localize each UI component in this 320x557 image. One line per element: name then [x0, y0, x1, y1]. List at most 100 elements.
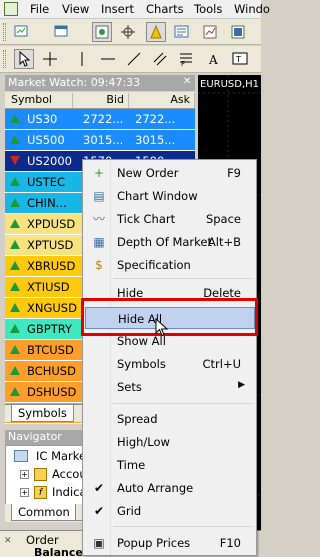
menu-item-label: Chart Window [117, 189, 198, 203]
menu-item-label: Depth Of Market [117, 235, 212, 249]
data-window-icon[interactable] [118, 22, 138, 42]
trendline-icon[interactable] [124, 49, 144, 69]
svg-text:F: F [181, 60, 185, 68]
menu-item-label: Spread [117, 412, 158, 426]
menu-window[interactable]: Windo [234, 2, 270, 16]
menu-view[interactable]: View [62, 2, 89, 16]
column-bid[interactable]: Bid [73, 93, 129, 108]
symbol-name: GBPTRY [27, 322, 73, 336]
highlight-callout [81, 298, 258, 336]
bid-price: 2722... [83, 112, 124, 126]
svg-text:A: A [208, 53, 218, 67]
menu-item-label: Sets [117, 380, 142, 394]
menu-charts[interactable]: Charts [146, 2, 184, 16]
check-icon: ✔ [93, 481, 105, 495]
menubar: File View Insert Charts Tools Windo [0, 0, 270, 19]
symbol-name: XTIUSD [27, 280, 70, 294]
arrow-up-icon [10, 240, 20, 249]
menu-item-specification[interactable]: $ Specification [85, 254, 255, 276]
text-label-icon[interactable]: T [230, 49, 250, 69]
cursor-tool-icon[interactable] [14, 49, 34, 69]
menu-item-chart-window[interactable]: ▤ Chart Window [85, 185, 255, 207]
menu-item-popup-prices[interactable]: ▣ Popup Prices F10 [85, 532, 255, 554]
terminal-icon[interactable] [172, 22, 192, 42]
expand-icon[interactable]: + [20, 488, 29, 497]
menu-file[interactable]: File [30, 2, 49, 16]
terminal-balance: Balance [34, 546, 83, 557]
column-symbol[interactable]: Symbol [5, 93, 73, 108]
symbol-name: US2000 [27, 154, 72, 168]
text-tool-icon[interactable]: A [204, 49, 224, 69]
depth-of-market-icon: ▦ [93, 235, 105, 249]
symbol-name: XPDUSD [27, 217, 76, 231]
menu-item-shortcut: Alt+B [207, 235, 241, 249]
arrow-up-icon [10, 135, 20, 144]
menu-separator [113, 278, 253, 279]
column-ask[interactable]: Ask [129, 93, 195, 108]
toolbar-grip [3, 50, 6, 68]
toolbar-more-icon[interactable] [228, 22, 248, 42]
navigator-icon[interactable] [146, 22, 166, 42]
menu-item-label: New Order [117, 166, 179, 180]
ask-price: 2722... [135, 112, 176, 126]
menu-item-label: Symbols [117, 357, 166, 371]
menu-item-label: High/Low [117, 435, 170, 449]
channel-icon[interactable] [150, 49, 170, 69]
menu-separator [113, 526, 253, 527]
menu-insert[interactable]: Insert [101, 2, 134, 16]
new-order-icon: + [93, 166, 105, 180]
ask-price: 3015... [135, 133, 176, 147]
vertical-line-icon[interactable] [72, 49, 92, 69]
menu-item-sets[interactable]: Sets ▶ [85, 376, 255, 398]
menu-item-depth-of-market[interactable]: ▦ Depth Of Market Alt+B [85, 231, 255, 253]
menu-item-label: Tick Chart [117, 212, 176, 226]
close-icon[interactable]: ✕ [4, 536, 14, 546]
specification-icon: $ [95, 258, 103, 272]
expand-icon[interactable]: + [20, 470, 29, 479]
crosshair-icon[interactable] [40, 49, 60, 69]
tester-icon[interactable] [200, 22, 220, 42]
menu-item-shortcut: Space [205, 212, 241, 226]
profiles-icon[interactable] [52, 22, 72, 42]
symbol-name: BTCUSD [27, 343, 74, 357]
tick-chart-icon: 〰 [92, 212, 105, 226]
market-watch-row[interactable]: US30 2722... 2722... [5, 109, 195, 130]
menu-item-label: Specification [117, 258, 191, 272]
arrow-up-icon [10, 366, 20, 375]
symbol-name: XPTUSD [27, 238, 74, 252]
menu-item-label: Popup Prices [117, 536, 191, 550]
horizontal-line-icon[interactable] [98, 49, 118, 69]
arrow-up-icon [10, 177, 20, 186]
menu-item-label: Auto Arrange [117, 481, 194, 495]
chart-title: EURUSD,H1 [200, 79, 260, 90]
menu-item-symbols[interactable]: Symbols Ctrl+U [85, 353, 255, 375]
indicators-icon: f [34, 486, 47, 499]
menu-item-auto-arrange[interactable]: ✔ Auto Arrange [85, 477, 255, 499]
symbol-name: DSHUSD [27, 385, 77, 399]
tab-common[interactable]: Common [11, 504, 77, 521]
menu-item-grid[interactable]: ✔ Grid [85, 500, 255, 522]
submenu-arrow-icon: ▶ [238, 380, 245, 390]
menu-tools[interactable]: Tools [194, 2, 222, 16]
arrow-down-icon [10, 156, 20, 165]
symbol-name: US30 [27, 112, 58, 126]
market-watch-title: Market Watch: 09:47:33 [5, 75, 195, 91]
computer-icon [14, 450, 28, 462]
arrow-up-icon [10, 198, 20, 207]
terminal-column-order[interactable]: Order [26, 533, 59, 547]
menu-item-spread[interactable]: Spread [85, 408, 255, 430]
close-icon[interactable]: ✕ [183, 76, 195, 90]
menu-item-high-low[interactable]: High/Low [85, 431, 255, 453]
tab-symbols[interactable]: Symbols [11, 405, 74, 422]
menu-item-tick-chart[interactable]: 〰 Tick Chart Space [85, 208, 255, 230]
market-watch-row[interactable]: US500 3015... 3015... [5, 130, 195, 151]
check-icon: ✔ [93, 504, 105, 518]
market-watch-icon[interactable] [92, 22, 112, 42]
popup-prices-icon: ▣ [93, 536, 105, 550]
menu-item-time[interactable]: Time [85, 454, 255, 476]
symbol-name: CHIN... [27, 196, 67, 210]
menu-item-new-order[interactable]: + New Order F9 [85, 162, 255, 184]
chart-window-icon: ▤ [93, 189, 105, 203]
new-chart-icon[interactable] [12, 22, 32, 42]
fibonacci-icon[interactable]: F [176, 49, 196, 69]
